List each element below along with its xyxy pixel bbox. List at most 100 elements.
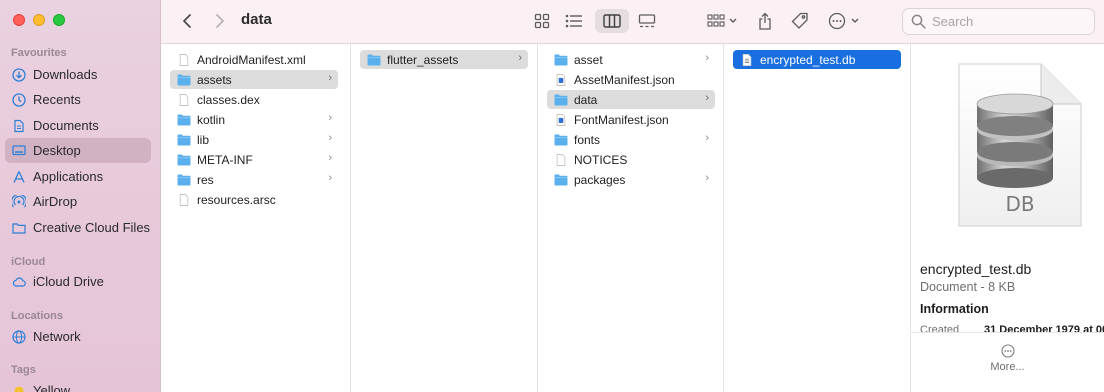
chevron-left-icon [183, 14, 191, 28]
item-name: AndroidManifest.xml [197, 52, 306, 67]
list-item[interactable]: lib › [170, 130, 338, 149]
list-item[interactable]: fonts › [547, 130, 715, 149]
chevron-right-icon: › [328, 172, 332, 184]
list-item[interactable]: flutter_assets › [360, 50, 528, 69]
sidebar-item-desktop[interactable]: Desktop [5, 138, 151, 163]
item-name: AssetManifest.json [574, 72, 675, 87]
item-name: NOTICES [574, 152, 628, 167]
ellipsis-circle-icon [1000, 344, 1015, 358]
minimize-window-button[interactable] [33, 14, 45, 26]
list-item[interactable]: resources.arsc [170, 190, 342, 209]
file-icon [179, 93, 189, 106]
list-item[interactable]: encrypted_test.db [733, 50, 901, 69]
list-item[interactable]: classes.dex [170, 90, 342, 109]
preview-file-kind: Document - 8 KB [920, 280, 1016, 294]
folder-icon [177, 174, 191, 185]
sidebar-item-icloud-drive[interactable]: iCloud Drive [5, 269, 151, 294]
column-2: flutter_assets › [351, 44, 538, 392]
item-name: resources.arsc [197, 192, 276, 207]
information-heading: Information [920, 302, 989, 316]
sidebar-item-airdrop[interactable]: AirDrop [5, 189, 151, 214]
tags-heading: Tags [11, 364, 36, 376]
icon-view-button[interactable] [529, 9, 555, 33]
column-view-button[interactable] [595, 9, 629, 33]
search-field[interactable] [902, 8, 1095, 35]
group-by-button[interactable] [704, 9, 740, 33]
sidebar-item-applications[interactable]: Applications [5, 164, 151, 189]
json-file-icon [556, 113, 566, 126]
back-button[interactable] [177, 9, 197, 33]
more-actions-button[interactable] [826, 9, 860, 33]
document-icon [12, 119, 26, 133]
share-icon [759, 12, 771, 30]
column-3: asset › AssetManifest.json data › FontMa… [538, 44, 724, 392]
zoom-window-button[interactable] [53, 14, 65, 26]
list-item[interactable]: data › [547, 90, 715, 109]
gallery-icon [638, 14, 656, 28]
sidebar-item-tag-yellow[interactable]: Yellow [5, 378, 151, 392]
created-value: 31 December 1979 at 00 [984, 324, 1104, 332]
folder-icon [554, 94, 568, 105]
sidebar-item-label: Documents [33, 118, 99, 133]
chevron-right-icon: › [328, 132, 332, 144]
list-view-button[interactable] [561, 9, 587, 33]
list-item[interactable]: assets › [170, 70, 338, 89]
item-name: classes.dex [197, 92, 260, 107]
divider [911, 332, 1104, 333]
folder-icon [554, 174, 568, 185]
folder-icon [367, 54, 381, 65]
share-button[interactable] [755, 9, 775, 33]
list-item[interactable]: META-INF › [170, 150, 338, 169]
preview-pane: DB encrypted_test.db Document - 8 KB Inf… [911, 44, 1104, 392]
item-name: kotlin [197, 112, 226, 127]
list-item[interactable]: res › [170, 170, 338, 189]
sidebar-item-recents[interactable]: Recents [5, 87, 151, 112]
sidebar-item-label: Yellow [33, 383, 71, 392]
item-name: data [574, 92, 598, 107]
list-item[interactable]: asset › [547, 50, 715, 69]
chevron-right-icon: › [518, 52, 522, 64]
sidebar-item-downloads[interactable]: Downloads [5, 62, 151, 87]
forward-button[interactable] [210, 9, 230, 33]
document-type-label: DB [1005, 192, 1035, 216]
folder-icon [554, 134, 568, 145]
search-input[interactable] [932, 14, 1082, 29]
tag-button[interactable] [788, 9, 812, 33]
db-file-icon [742, 53, 752, 66]
window-title: data [241, 11, 272, 28]
gallery-view-button[interactable] [633, 9, 661, 33]
list-icon [565, 14, 582, 28]
chevron-right-icon: › [328, 72, 332, 84]
chevron-right-icon: › [705, 172, 709, 184]
more-button[interactable]: More... [911, 344, 1104, 373]
sidebar-item-creative-cloud-files[interactable]: Creative Cloud Files [5, 215, 151, 240]
chevron-right-icon: › [328, 152, 332, 164]
list-item[interactable]: AssetManifest.json [547, 70, 715, 89]
file-icon [179, 53, 189, 66]
list-item[interactable]: packages › [547, 170, 715, 189]
folder-icon [554, 54, 568, 65]
column-1: AndroidManifest.xml assets › classes.dex… [161, 44, 351, 392]
close-window-button[interactable] [13, 14, 25, 26]
clock-icon [12, 92, 26, 107]
group-icon [707, 14, 737, 27]
item-name: packages [574, 172, 626, 187]
sidebar-item-documents[interactable]: Documents [5, 113, 151, 138]
list-item[interactable]: FontManifest.json [547, 110, 715, 129]
item-name: assets [197, 72, 232, 87]
folder-icon [12, 221, 26, 235]
folder-icon [177, 74, 191, 85]
sidebar-item-label: Network [33, 329, 81, 344]
ellipsis-circle-icon [828, 12, 859, 30]
chevron-right-icon: › [705, 52, 709, 64]
list-item[interactable]: kotlin › [170, 110, 338, 129]
file-icon [179, 193, 189, 206]
search-icon [911, 14, 926, 29]
sidebar-item-network[interactable]: Network [5, 324, 151, 349]
item-name: lib [197, 132, 210, 147]
folder-icon [177, 114, 191, 125]
created-label: Created [920, 324, 960, 332]
list-item[interactable]: AndroidManifest.xml [170, 50, 342, 69]
sidebar-item-label: Creative Cloud Files [33, 220, 151, 235]
list-item[interactable]: NOTICES [547, 150, 715, 169]
